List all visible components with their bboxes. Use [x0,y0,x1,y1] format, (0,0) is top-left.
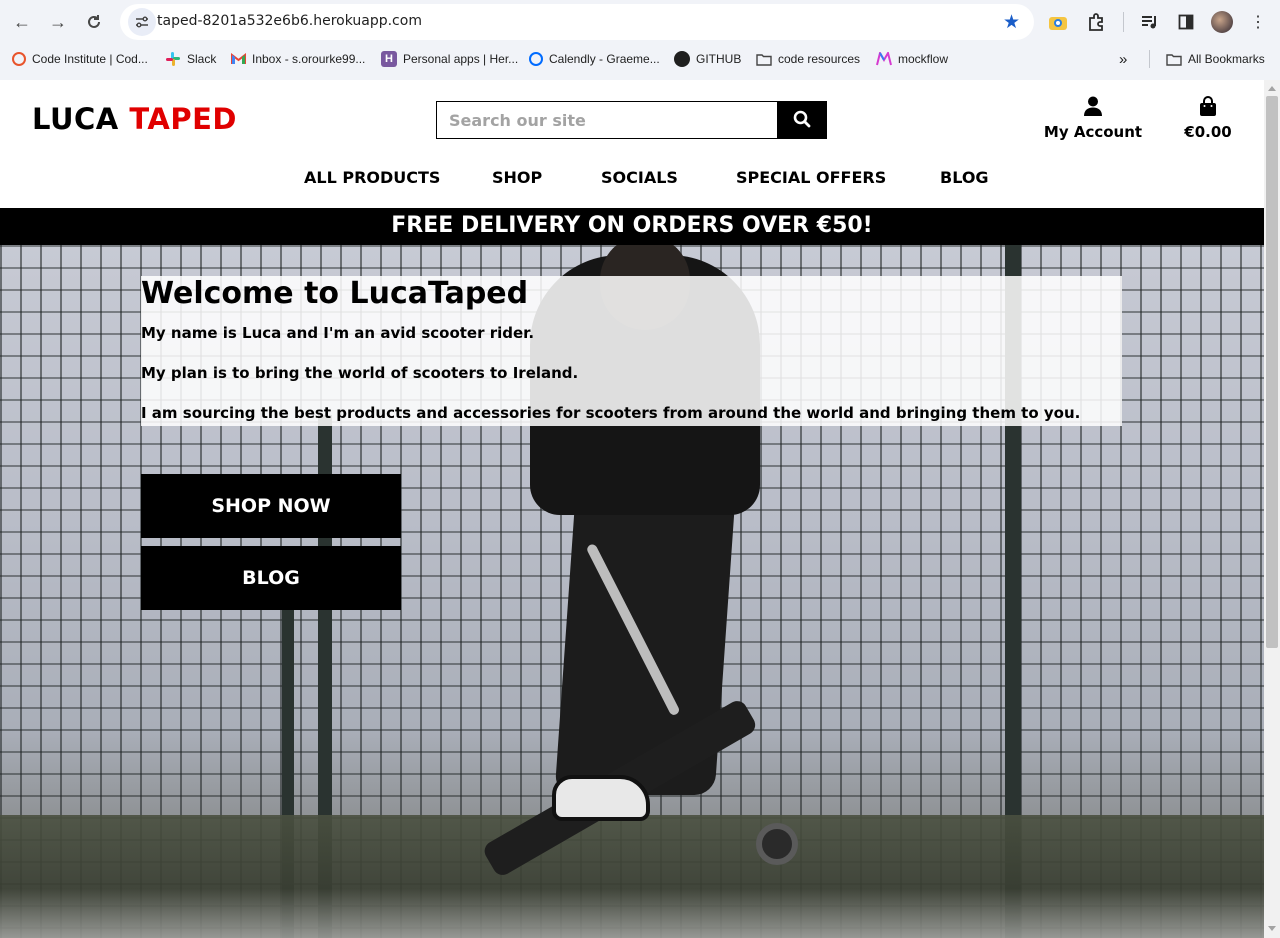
bookmark-label: Calendly - Graeme... [549,52,660,66]
cart-total: €0.00 [1184,123,1232,141]
code-institute-icon [12,52,26,66]
site-logo[interactable]: LUCA TAPED [32,102,237,136]
back-icon[interactable]: ← [8,8,36,36]
nav-special-offers[interactable]: SPECIAL OFFERS [736,168,886,187]
welcome-panel: Welcome to LucaTaped My name is Luca and… [141,276,1122,426]
nav-shop[interactable]: SHOP [492,168,542,187]
bookmark-star-icon[interactable]: ★ [1003,11,1020,34]
nav-all-products[interactable]: ALL PRODUCTS [304,168,440,187]
bookmarks-divider [1149,50,1150,68]
search-input[interactable] [436,101,778,139]
browser-menu-icon[interactable]: ⋮ [1247,11,1269,33]
reload-icon[interactable] [80,8,108,36]
welcome-heading: Welcome to LucaTaped [141,276,529,311]
web-page: LUCA TAPED My Account €0.00 ALL PRODUCTS… [0,80,1264,938]
bookmark-label: mockflow [898,52,949,66]
nav-socials[interactable]: SOCIALS [601,168,678,187]
scroll-down-icon[interactable] [1268,926,1276,931]
bookmark-slack[interactable]: Slack [165,50,216,68]
search-icon [793,110,811,131]
bookmark-mockflow[interactable]: mockflow [876,50,948,68]
shop-now-button[interactable]: SHOP NOW [141,474,401,538]
scroll-up-icon[interactable] [1268,86,1276,91]
site-settings-icon[interactable] [128,8,156,36]
forward-icon[interactable]: → [44,8,72,36]
main-nav: ALL PRODUCTS SHOP SOCIALS SPECIAL OFFERS… [0,168,1264,192]
welcome-line-2: My plan is to bring the world of scooter… [141,364,579,382]
bookmark-label: GITHUB [696,52,742,66]
side-panel-icon[interactable] [1175,11,1197,33]
bookmark-calendly[interactable]: Calendly - Graeme... [529,50,660,68]
delivery-banner: FREE DELIVERY ON ORDERS OVER €50! [0,208,1264,245]
gmail-icon [230,51,246,67]
cart-link[interactable]: €0.00 [1176,96,1240,141]
extension-camera-icon[interactable] [1047,11,1069,33]
bookmark-label: Code Institute | Cod... [32,52,148,66]
bookmark-code-resources[interactable]: code resources [756,50,860,68]
all-bookmarks-button[interactable]: All Bookmarks [1166,50,1265,68]
bookmark-label: Personal apps | Her... [403,52,519,66]
profile-avatar[interactable] [1211,11,1233,33]
blog-button[interactable]: BLOG [141,546,401,610]
bookmark-github[interactable]: GITHUB [674,50,741,68]
heroku-icon: H [381,51,397,67]
address-bar[interactable]: taped-8201a532e6b6.herokuapp.com ★ [120,4,1034,40]
my-account-label: My Account [1043,123,1143,141]
search-button[interactable] [777,101,827,139]
bookmark-heroku[interactable]: H Personal apps | Her... [381,50,518,68]
welcome-line-3: I am sourcing the best products and acce… [141,404,1081,422]
bookmark-label: Slack [187,52,217,66]
slack-icon [165,51,181,67]
calendly-icon [529,52,543,66]
scooter-wheel [756,823,798,865]
folder-icon [756,51,772,67]
tree-line [0,815,1264,938]
browser-chrome: ← → taped-8201a532e6b6.herokuapp.com ★ ⋮ [0,0,1280,80]
browser-toolbar: ← → taped-8201a532e6b6.herokuapp.com ★ ⋮ [0,0,1280,44]
logo-part-taped: TAPED [129,102,237,136]
logo-part-luca: LUCA [32,102,119,136]
media-queue-icon[interactable] [1139,11,1161,33]
bookmark-gmail[interactable]: Inbox - s.orourke99... [230,50,365,68]
scrollbar-thumb[interactable] [1266,96,1278,648]
welcome-line-1: My name is Luca and I'm an avid scooter … [141,324,535,342]
site-search [436,101,827,139]
url-text: taped-8201a532e6b6.herokuapp.com [157,13,422,29]
bookmark-label: Inbox - s.orourke99... [252,52,366,66]
nav-blog[interactable]: BLOG [940,168,989,187]
page-scrollbar[interactable] [1264,80,1280,938]
rider-shoe [552,775,650,821]
bookmark-label: code resources [778,52,861,66]
bookmarks-overflow-button[interactable]: » [1119,50,1127,68]
user-icon [1083,96,1103,120]
mockflow-icon [876,51,892,67]
extensions-puzzle-icon[interactable] [1085,11,1107,33]
folder-icon [1166,51,1182,67]
bookmarks-bar: Code Institute | Cod... Slack Inbox - s.… [0,46,1280,72]
my-account-link[interactable]: My Account [1038,96,1148,141]
bookmark-code-institute[interactable]: Code Institute | Cod... [12,50,148,68]
shopping-bag-icon [1199,96,1217,120]
bookmark-label: All Bookmarks [1188,52,1265,66]
github-icon [674,51,690,67]
toolbar-divider [1123,12,1124,32]
